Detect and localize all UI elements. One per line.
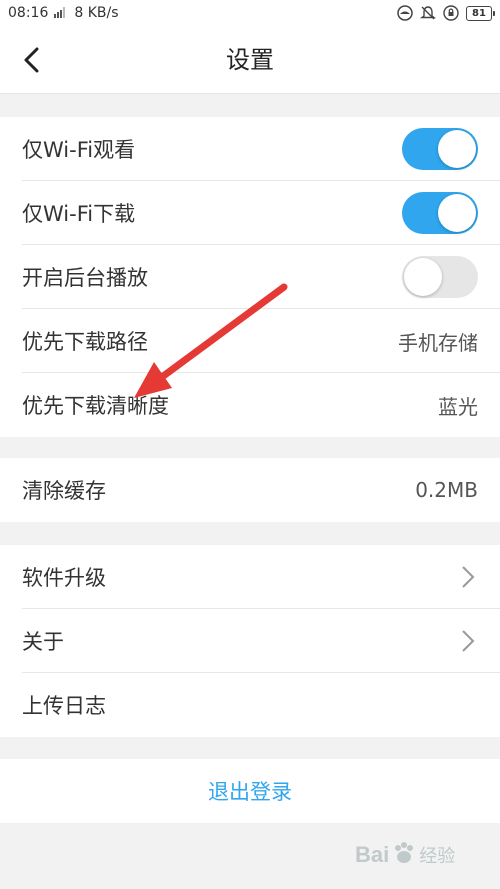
background-play-toggle[interactable] bbox=[402, 256, 478, 298]
background-play-label: 开启后台播放 bbox=[22, 266, 148, 290]
setting-row-clear-cache[interactable]: 清除缓存 0.2MB bbox=[0, 458, 500, 522]
chevron-right-icon bbox=[458, 565, 478, 589]
setting-row-upgrade[interactable]: 软件升级 bbox=[0, 545, 500, 609]
setting-row-wifi-watch: 仅Wi-Fi观看 bbox=[0, 117, 500, 181]
status-left: 08:16 8 KB/s bbox=[8, 5, 119, 22]
network-signal-icon bbox=[54, 5, 68, 22]
download-quality-label: 优先下载清晰度 bbox=[22, 394, 169, 418]
watermark-cn: 经验 bbox=[419, 846, 456, 867]
chevron-right-icon bbox=[458, 629, 478, 653]
network-speed: 8 KB/s bbox=[74, 5, 119, 21]
toggle-knob bbox=[438, 130, 476, 168]
bell-muted-icon bbox=[420, 5, 436, 21]
setting-row-wifi-download: 仅Wi-Fi下载 bbox=[0, 181, 500, 245]
eye-icon bbox=[397, 5, 413, 21]
setting-row-background-play: 开启后台播放 bbox=[0, 245, 500, 309]
wifi-download-toggle[interactable] bbox=[402, 192, 478, 234]
logout-button[interactable]: 退出登录 bbox=[0, 759, 500, 823]
baidu-jingyan-watermark: Bai 经验 bbox=[355, 830, 495, 880]
clear-cache-label: 清除缓存 bbox=[22, 479, 106, 503]
logout-group: 退出登录 bbox=[0, 759, 500, 823]
watermark-text: Bai bbox=[355, 842, 390, 867]
status-bar: 08:16 8 KB/s 81 bbox=[0, 0, 500, 26]
download-path-value: 手机存储 bbox=[398, 330, 478, 355]
status-right: 81 bbox=[397, 5, 495, 21]
back-button[interactable] bbox=[14, 42, 50, 78]
upgrade-label: 软件升级 bbox=[22, 566, 106, 590]
nav-bar: 设置 bbox=[0, 26, 500, 94]
setting-row-about[interactable]: 关于 bbox=[0, 609, 500, 673]
wifi-download-label: 仅Wi-Fi下载 bbox=[22, 202, 136, 226]
toggle-knob bbox=[404, 258, 442, 296]
lock-rotation-icon bbox=[443, 5, 459, 21]
about-label: 关于 bbox=[22, 630, 64, 654]
battery-indicator: 81 bbox=[466, 5, 495, 21]
chevron-left-icon bbox=[24, 47, 39, 73]
settings-group-playback: 仅Wi-Fi观看 仅Wi-Fi下载 开启后台播放 优先下载路径 手机存储 优先下… bbox=[0, 117, 500, 437]
setting-row-download-quality[interactable]: 优先下载清晰度 蓝光 bbox=[0, 373, 500, 437]
download-quality-value: 蓝光 bbox=[438, 394, 478, 419]
clear-cache-value: 0.2MB bbox=[415, 478, 478, 502]
status-time: 08:16 bbox=[8, 5, 49, 21]
paw-icon bbox=[391, 840, 417, 870]
battery-level: 81 bbox=[472, 7, 486, 19]
logout-label: 退出登录 bbox=[208, 780, 292, 804]
page-title: 设置 bbox=[226, 46, 274, 74]
toggle-knob bbox=[438, 194, 476, 232]
setting-row-upload-log[interactable]: 上传日志 bbox=[0, 673, 500, 737]
setting-row-download-path[interactable]: 优先下载路径 手机存储 bbox=[0, 309, 500, 373]
download-path-label: 优先下载路径 bbox=[22, 330, 148, 354]
settings-group-cache: 清除缓存 0.2MB bbox=[0, 458, 500, 522]
settings-group-app: 软件升级 关于 上传日志 bbox=[0, 545, 500, 737]
wifi-watch-toggle[interactable] bbox=[402, 128, 478, 170]
wifi-watch-label: 仅Wi-Fi观看 bbox=[22, 138, 136, 162]
upload-log-label: 上传日志 bbox=[22, 694, 106, 718]
